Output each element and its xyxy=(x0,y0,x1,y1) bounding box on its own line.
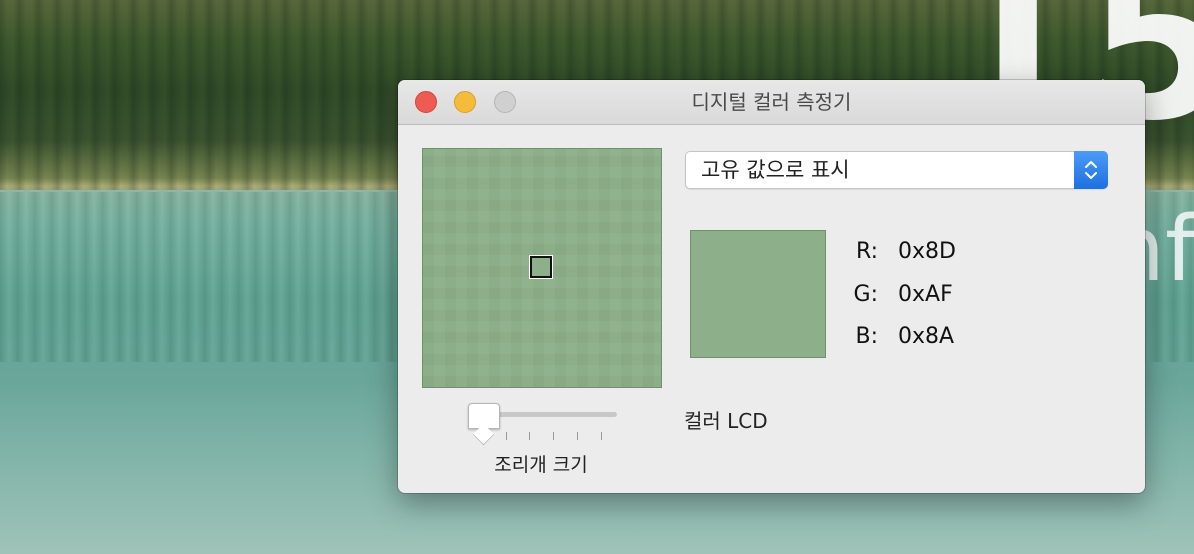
value-key: B: xyxy=(855,324,878,349)
color-swatch xyxy=(690,230,826,358)
aperture-size-slider-knob[interactable] xyxy=(468,403,500,429)
display-mode-popup[interactable]: 고유 값으로 표시 xyxy=(685,151,1108,189)
aperture-size-slider-track[interactable] xyxy=(481,412,617,417)
digital-color-meter-window: 디지털 컬러 측정기 조리개 크기 고유 값으로 표시 R: 0x8D G: 0… xyxy=(398,80,1145,493)
display-mode-value: 고유 값으로 표시 xyxy=(701,158,850,182)
aperture-indicator xyxy=(529,255,553,279)
value-number: 0x8D xyxy=(898,239,956,264)
value-number: 0xAF xyxy=(898,282,953,307)
title-bar[interactable]: 디지털 컬러 측정기 xyxy=(398,80,1145,125)
aperture-size-label: 조리개 크기 xyxy=(494,454,588,476)
value-key: G: xyxy=(853,282,878,307)
slider-tick xyxy=(601,432,602,440)
slider-tick xyxy=(553,432,554,440)
slider-tick xyxy=(577,432,578,440)
popup-stepper[interactable] xyxy=(1074,151,1108,189)
slider-tick xyxy=(506,432,507,440)
magnifier-view xyxy=(422,148,662,388)
value-number: 0x8A xyxy=(898,324,955,349)
window-title: 디지털 컬러 측정기 xyxy=(691,90,852,114)
value-key: R: xyxy=(855,239,878,264)
display-name-label: 컬러 LCD xyxy=(684,409,768,433)
slider-tick xyxy=(529,432,530,440)
up-down-chevron-icon xyxy=(1085,161,1097,179)
